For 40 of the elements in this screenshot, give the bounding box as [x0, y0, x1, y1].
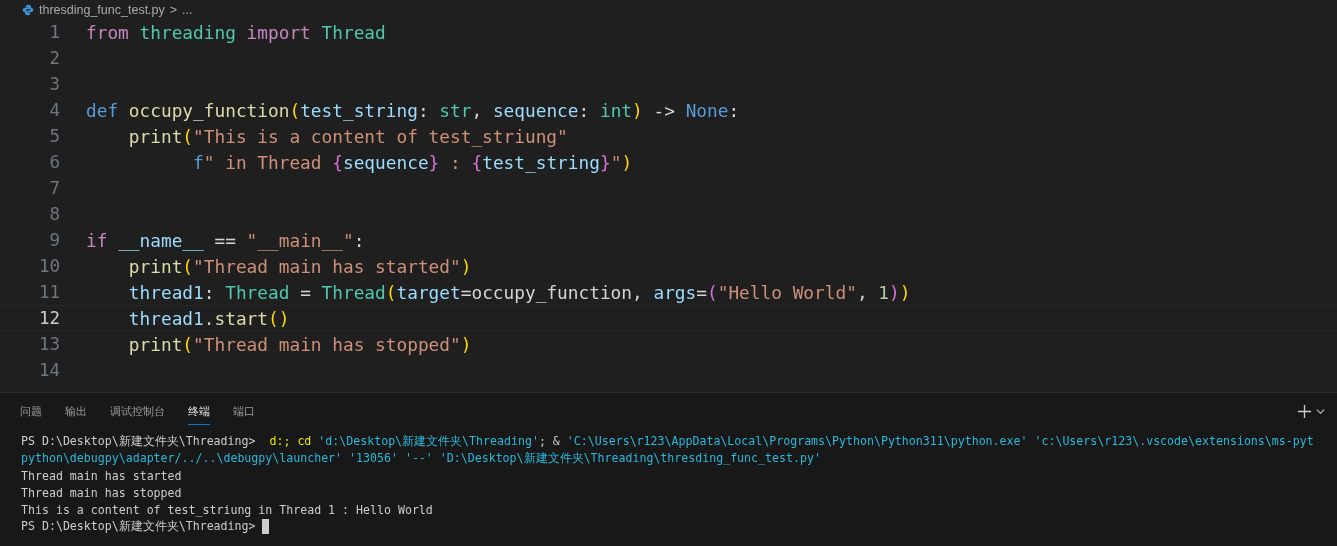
line-number: 12 — [37, 308, 60, 328]
panel-tab[interactable]: 输出 — [65, 397, 87, 425]
line-number: 9 — [48, 230, 60, 250]
panel-tab[interactable]: 终端 — [188, 397, 210, 425]
line-number: 1 — [48, 22, 60, 42]
line-number: 10 — [37, 256, 60, 276]
panel-tab[interactable]: 端口 — [233, 397, 255, 425]
line-number: 3 — [48, 74, 60, 94]
code-line: if __name__ == "__main__": — [86, 229, 365, 251]
panel-tab[interactable]: 调试控制台 — [110, 397, 165, 425]
python-file-icon — [22, 3, 34, 16]
terminal-line: This is a content of test_striung in Thread 1 : Hello World — [21, 502, 433, 517]
terminal-line: Thread main has stopped — [21, 485, 182, 500]
code-line: thread1: Thread = Thread(target=occupy_function, args=("Hello World", 1)) — [127, 281, 911, 303]
line-number: 8 — [48, 204, 60, 224]
add-icon[interactable] — [1297, 403, 1312, 419]
line-number: 2 — [48, 48, 60, 68]
breadcrumb-more[interactable]: ... — [182, 2, 193, 17]
breadcrumb-separator: > — [169, 2, 178, 17]
line-number: 6 — [48, 152, 60, 172]
code-line: f" in Thread {sequence} : {test_string}") — [192, 151, 633, 173]
terminal-line: python\debugpy\adapter/../..\debugpy\launcher' '13056' '--' 'D:\Desktop\新建文件夹\Threading\thresding_func_test.py' — [21, 451, 821, 466]
chevron-down-icon[interactable] — [1316, 406, 1325, 416]
code-line: from threading import Thread — [86, 21, 386, 43]
line-number: 4 — [48, 100, 60, 120]
code-line: print("Thread main has stopped") — [127, 333, 472, 355]
code-line: print("Thread main has started") — [127, 255, 472, 277]
code-line: thread1.start() — [127, 307, 290, 329]
terminal-line: PS D:\Desktop\新建文件夹\Threading> — [21, 519, 257, 534]
line-number: 14 — [37, 360, 60, 380]
breadcrumb-file[interactable]: thresding_func_test.py — [39, 2, 165, 17]
code-line: print("This is a content of test_striung" — [127, 125, 568, 147]
panel-tab[interactable]: 问题 — [20, 397, 42, 425]
terminal-line: Thread main has started — [21, 468, 182, 483]
line-number: 11 — [37, 282, 60, 302]
code-line: def occupy_function(test_string: str, sequence: int) -> None: — [86, 99, 740, 121]
line-number: 13 — [37, 334, 60, 354]
line-number: 5 — [48, 126, 60, 146]
terminal-line: PS D:\Desktop\新建文件夹\Threading> d:; cd 'd:\Desktop\新建文件夹\Threading'; & 'C:\Users\r123\AppData\Local\Programs\Python\Python311\python.exe' 'c:\Users\r123\.vscode\extensions\ms-pyt — [21, 434, 1314, 449]
line-number: 7 — [48, 178, 60, 198]
